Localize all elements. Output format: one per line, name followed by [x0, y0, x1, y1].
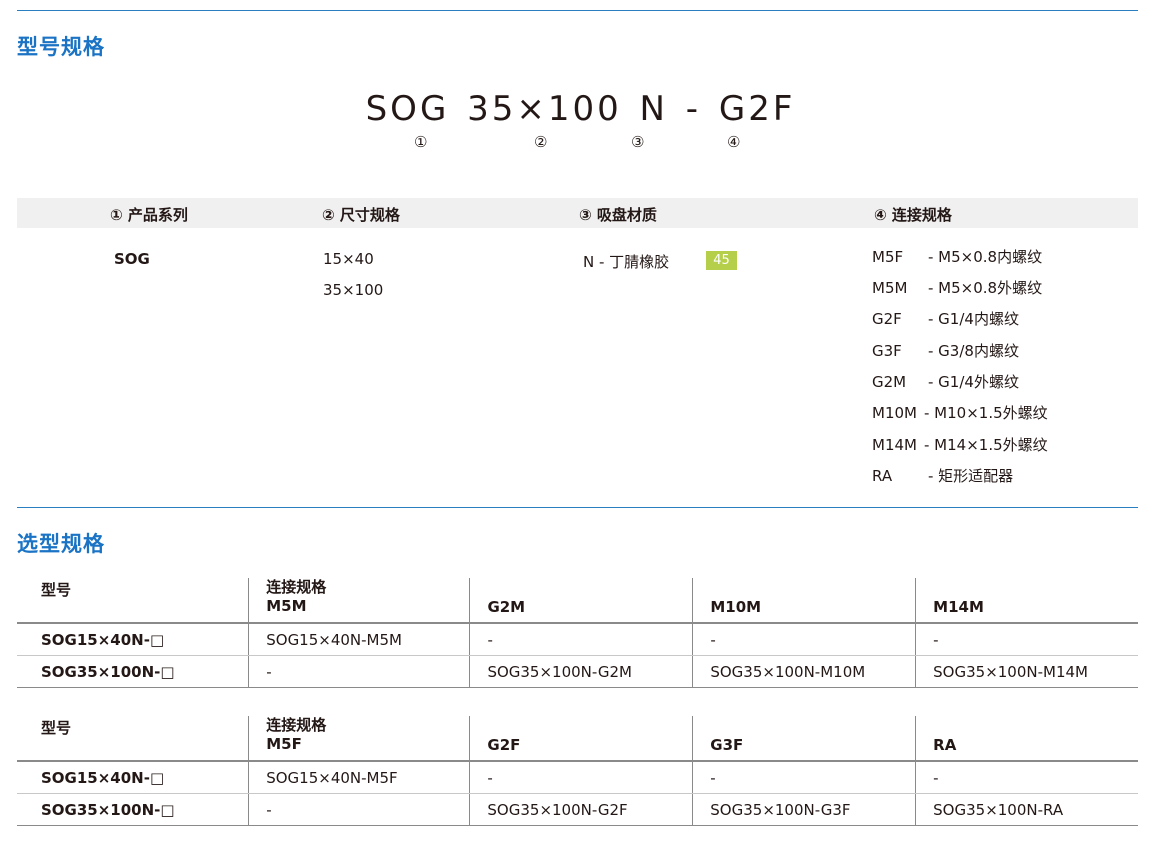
connection-item: M5F - M5×0.8内螺纹	[872, 248, 1043, 266]
table-cell: SOG15×40N-M5F	[248, 761, 470, 794]
col-header: M10M	[692, 578, 916, 624]
table-cell: -	[469, 623, 693, 656]
model-cell: SOG15×40N-□	[17, 761, 249, 794]
table-row: SOG35×100N-□ - SOG35×100N-G2F SOG35×100N…	[17, 793, 1138, 826]
conn-spec-label: 连接规格	[266, 716, 327, 734]
table-cell: SOG35×100N-RA	[915, 793, 1138, 826]
section-title-model-spec: 型号规格	[17, 35, 105, 59]
table-cell: SOG35×100N-G2M	[469, 655, 693, 688]
table-cell: -	[469, 761, 693, 794]
table-row: SOG15×40N-□ SOG15×40N-M5M - - -	[17, 623, 1138, 656]
table-cell: -	[692, 623, 916, 656]
table-header-row: 型号 连接规格 M5M G2M M10M M14M	[17, 578, 1138, 624]
col-header: 连接规格 M5M	[248, 578, 470, 624]
connection-item: RA - 矩形适配器	[872, 467, 1014, 485]
table-cell: SOG35×100N-M10M	[692, 655, 916, 688]
table-row: SOG15×40N-□ SOG15×40N-M5F - - -	[17, 761, 1138, 794]
hardness-badge: 45	[706, 251, 737, 270]
marker-2: ②	[534, 133, 548, 151]
conn-spec-label: 连接规格	[266, 578, 327, 596]
table-cell: -	[248, 793, 470, 826]
connection-item: G2F - G1/4内螺纹	[872, 310, 1019, 328]
table-cell: SOG35×100N-G2F	[469, 793, 693, 826]
table-cell: SOG35×100N-M14M	[915, 655, 1138, 688]
section-rule	[17, 507, 1138, 508]
table-row: SOG35×100N-□ - SOG35×100N-G2M SOG35×100N…	[17, 655, 1138, 688]
selection-table-male: 型号 连接规格 M5M G2M M10M M14M SOG15×40N-□ SOG…	[17, 578, 1138, 688]
marker-1: ①	[414, 133, 428, 151]
table-cell: -	[915, 623, 1138, 656]
col-model-header: 型号	[17, 578, 249, 624]
model-cell: SOG35×100N-□	[17, 793, 249, 826]
col-header: M14M	[915, 578, 1138, 624]
selection-table-female: 型号 连接规格 M5F G2F G3F RA SOG15×40N-□ SOG15×…	[17, 716, 1138, 826]
connection-item: M14M - M14×1.5外螺纹	[872, 436, 1048, 454]
table-header-row: 型号 连接规格 M5F G2F G3F RA	[17, 716, 1138, 762]
col-header: G2F	[469, 716, 693, 762]
col-header: 连接规格 M5F	[248, 716, 470, 762]
spec-header-bar: ① 产品系列 ② 尺寸规格 ③ 吸盘材质 ④ 连接规格	[17, 198, 1138, 228]
table-cell: SOG35×100N-G3F	[692, 793, 916, 826]
section-title-selection: 选型规格	[17, 532, 105, 556]
size-value: 15×40	[323, 250, 374, 268]
table-cell: -	[915, 761, 1138, 794]
connection-item: G3F - G3/8内螺纹	[872, 342, 1019, 360]
table-cell: -	[248, 655, 470, 688]
col-model-header: 型号	[17, 716, 249, 762]
marker-3: ③	[631, 133, 645, 151]
col-header: G3F	[692, 716, 916, 762]
model-code: SOG 35×100 N - G2F	[365, 89, 796, 129]
top-rule	[17, 10, 1138, 11]
spec-header-series: ① 产品系列	[110, 206, 188, 224]
marker-4: ④	[727, 133, 741, 151]
spec-header-size: ② 尺寸规格	[322, 206, 400, 224]
model-cell: SOG35×100N-□	[17, 655, 249, 688]
model-cell: SOG15×40N-□	[17, 623, 249, 656]
col-header: RA	[915, 716, 1138, 762]
col-header: G2M	[469, 578, 693, 624]
size-value: 35×100	[323, 281, 384, 299]
series-value: SOG	[114, 250, 150, 268]
material-value: N - 丁腈橡胶	[583, 253, 670, 271]
connection-item: M10M - M10×1.5外螺纹	[872, 404, 1048, 422]
table-cell: -	[692, 761, 916, 794]
connection-item: M5M - M5×0.8外螺纹	[872, 279, 1043, 297]
connection-item: G2M - G1/4外螺纹	[872, 373, 1019, 391]
spec-header-material: ③ 吸盘材质	[579, 206, 657, 224]
spec-header-connection: ④ 连接规格	[874, 206, 952, 224]
table-cell: SOG15×40N-M5M	[248, 623, 470, 656]
